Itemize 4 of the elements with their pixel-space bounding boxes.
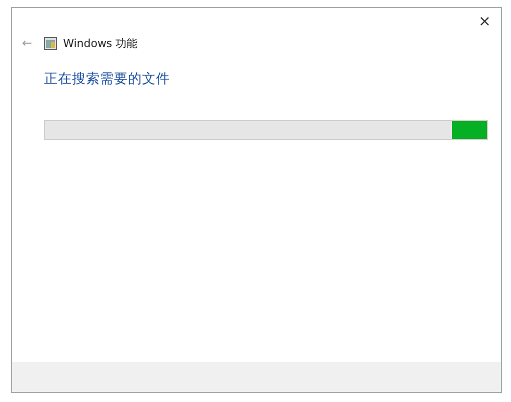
window-icon [44,36,58,50]
close-button[interactable]: × [474,10,495,32]
status-heading: 正在搜索需要的文件 [44,70,171,88]
window-title: Windows 功能 [63,36,138,50]
